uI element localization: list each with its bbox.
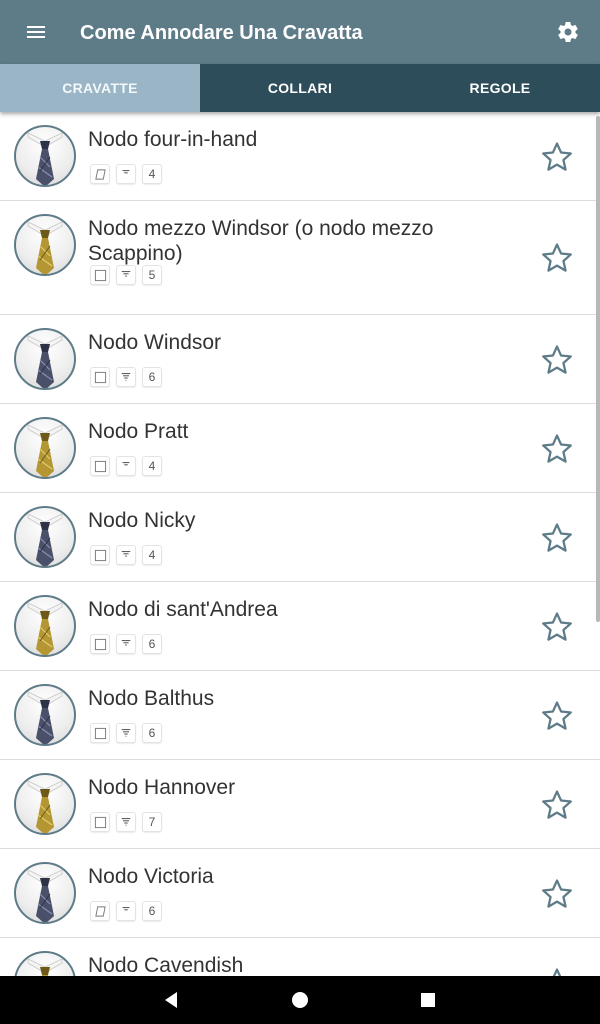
steps-count-badge: 4: [142, 545, 162, 565]
star-outline-icon[interactable]: [540, 241, 574, 275]
tie-thumbnail: [14, 595, 76, 657]
star-outline-icon[interactable]: [540, 966, 574, 976]
square-knot-icon: [90, 812, 110, 832]
steps-count-badge: 5: [142, 265, 162, 285]
knot-name: Nodo Victoria: [88, 865, 214, 888]
knot-size-large-icon: [116, 367, 136, 387]
tie-thumbnail: [14, 862, 76, 924]
tie-thumbnail: [14, 125, 76, 187]
knot-row[interactable]: Nodo Pratt 4: [0, 404, 600, 493]
tab-cravatte[interactable]: CRAVATTE: [0, 64, 200, 112]
knot-row[interactable]: Nodo Cavendish: [0, 938, 600, 976]
knot-badges: 6: [90, 901, 162, 921]
knot-badges: 4: [90, 164, 162, 184]
star-outline-icon[interactable]: [540, 432, 574, 466]
knot-row[interactable]: Nodo Hannover 7: [0, 760, 600, 849]
steps-count-badge: 6: [142, 634, 162, 654]
hamburger-menu-icon[interactable]: [24, 20, 48, 44]
slanted-knot-icon: [90, 164, 110, 184]
star-outline-icon[interactable]: [540, 140, 574, 174]
knot-size-medium-icon: [116, 545, 136, 565]
knot-row[interactable]: Nodo Nicky 4: [0, 493, 600, 582]
star-outline-icon[interactable]: [540, 343, 574, 377]
star-outline-icon[interactable]: [540, 788, 574, 822]
steps-count-badge: 6: [142, 367, 162, 387]
knot-size-large-icon: [116, 723, 136, 743]
tab-bar: CRAVATTE COLLARI REGOLE: [0, 64, 600, 112]
star-outline-icon[interactable]: [540, 699, 574, 733]
knot-name: Nodo di sant'Andrea: [88, 598, 278, 621]
square-knot-icon: [90, 723, 110, 743]
knot-name: Nodo Cavendish: [88, 954, 244, 976]
tie-thumbnail: [14, 773, 76, 835]
knot-name: Nodo four-in-hand: [88, 128, 258, 151]
app-bar: Come Annodare Una Cravatta: [0, 0, 600, 64]
knot-size-medium-icon: [116, 634, 136, 654]
tie-thumbnail: [14, 214, 76, 276]
knot-badges: 4: [90, 545, 162, 565]
steps-count-badge: 4: [142, 164, 162, 184]
knot-row[interactable]: Nodo Victoria 6: [0, 849, 600, 938]
steps-count-badge: 4: [142, 456, 162, 476]
knot-name: Nodo Windsor: [88, 331, 222, 354]
knot-row[interactable]: Nodo four-in-hand 4: [0, 112, 600, 201]
knot-size-small-icon: [116, 456, 136, 476]
knot-size-small-icon: [116, 164, 136, 184]
tie-thumbnail: [14, 417, 76, 479]
knot-badges: 6: [90, 634, 162, 654]
knot-size-small-icon: [116, 901, 136, 921]
knot-badges: 6: [90, 723, 162, 743]
knot-list[interactable]: Nodo four-in-hand 4 Nodo mezzo Windsor (o …: [0, 112, 600, 976]
steps-count-badge: 6: [142, 901, 162, 921]
tab-regole[interactable]: REGOLE: [400, 64, 600, 112]
knot-name: Nodo Pratt: [88, 420, 189, 443]
star-outline-icon[interactable]: [540, 610, 574, 644]
steps-count-badge: 7: [142, 812, 162, 832]
tie-thumbnail: [14, 506, 76, 568]
square-knot-icon: [90, 545, 110, 565]
gear-icon[interactable]: [556, 20, 580, 44]
recents-square-icon[interactable]: [416, 988, 440, 1012]
scrollbar[interactable]: [596, 116, 600, 622]
tab-collari[interactable]: COLLARI: [200, 64, 400, 112]
knot-size-medium-icon: [116, 265, 136, 285]
square-knot-icon: [90, 367, 110, 387]
knot-badges: 7: [90, 812, 162, 832]
knot-name: Nodo Nicky: [88, 509, 196, 532]
system-nav-bar: [0, 976, 600, 1024]
back-triangle-icon[interactable]: [160, 988, 184, 1012]
knot-badges: 5: [90, 265, 162, 285]
tie-thumbnail: [14, 684, 76, 746]
knot-row[interactable]: Nodo di sant'Andrea 6: [0, 582, 600, 671]
knot-row[interactable]: Nodo Windsor 6: [0, 315, 600, 404]
square-knot-icon: [90, 265, 110, 285]
knot-name: Nodo Hannover: [88, 776, 236, 799]
square-knot-icon: [90, 456, 110, 476]
star-outline-icon[interactable]: [540, 521, 574, 555]
home-circle-icon[interactable]: [288, 988, 312, 1012]
knot-name: Nodo mezzo Windsor (o nodo mezzo Scappin…: [88, 217, 434, 265]
slanted-knot-icon: [90, 901, 110, 921]
knot-row[interactable]: Nodo Balthus 6: [0, 671, 600, 760]
steps-count-badge: 6: [142, 723, 162, 743]
square-knot-icon: [90, 634, 110, 654]
knot-badges: 4: [90, 456, 162, 476]
tie-thumbnail: [14, 328, 76, 390]
knot-name: Nodo Balthus: [88, 687, 215, 710]
knot-row[interactable]: Nodo mezzo Windsor (o nodo mezzo Scappin…: [0, 201, 600, 315]
tie-thumbnail: [14, 951, 76, 976]
knot-size-large-icon: [116, 812, 136, 832]
knot-badges: 6: [90, 367, 162, 387]
star-outline-icon[interactable]: [540, 877, 574, 911]
app-title: Come Annodare Una Cravatta: [80, 22, 363, 44]
